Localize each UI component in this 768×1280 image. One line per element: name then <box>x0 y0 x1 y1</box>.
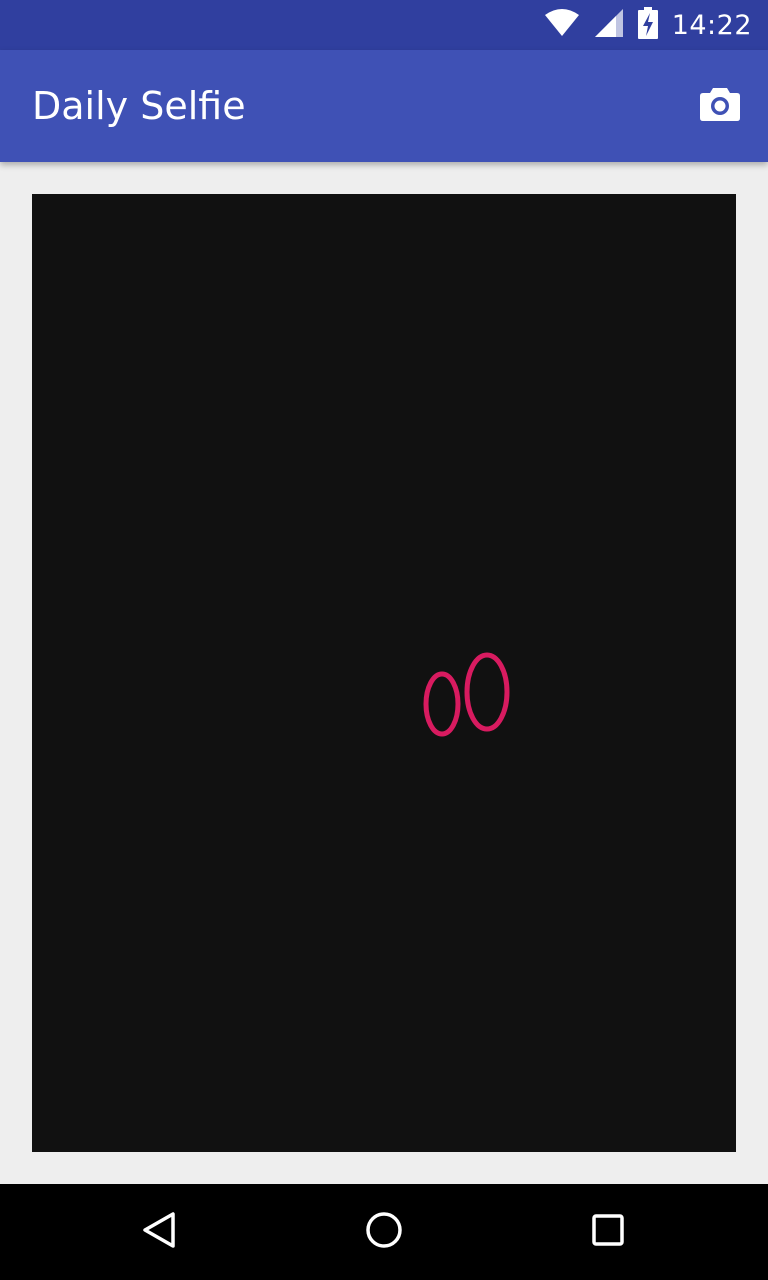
navigation-bar <box>0 1184 768 1280</box>
battery-charging-icon <box>637 6 658 44</box>
selfie-list <box>0 162 768 1184</box>
app-bar: Daily Selfie <box>0 50 768 162</box>
status-bar: 14:22 <box>0 0 768 50</box>
recents-icon <box>588 1210 628 1255</box>
app-title: Daily Selfie <box>32 84 246 128</box>
signal-icon <box>594 8 624 43</box>
home-icon <box>364 1210 404 1255</box>
recents-button[interactable] <box>578 1202 638 1262</box>
selfie-image <box>423 652 510 737</box>
selfie-thumbnail[interactable] <box>32 194 736 1152</box>
camera-button[interactable] <box>688 74 752 138</box>
back-icon <box>140 1210 180 1255</box>
back-button[interactable] <box>130 1202 190 1262</box>
status-time: 14:22 <box>671 9 752 41</box>
wifi-icon <box>544 8 580 42</box>
camera-icon <box>699 86 741 127</box>
home-button[interactable] <box>354 1202 414 1262</box>
